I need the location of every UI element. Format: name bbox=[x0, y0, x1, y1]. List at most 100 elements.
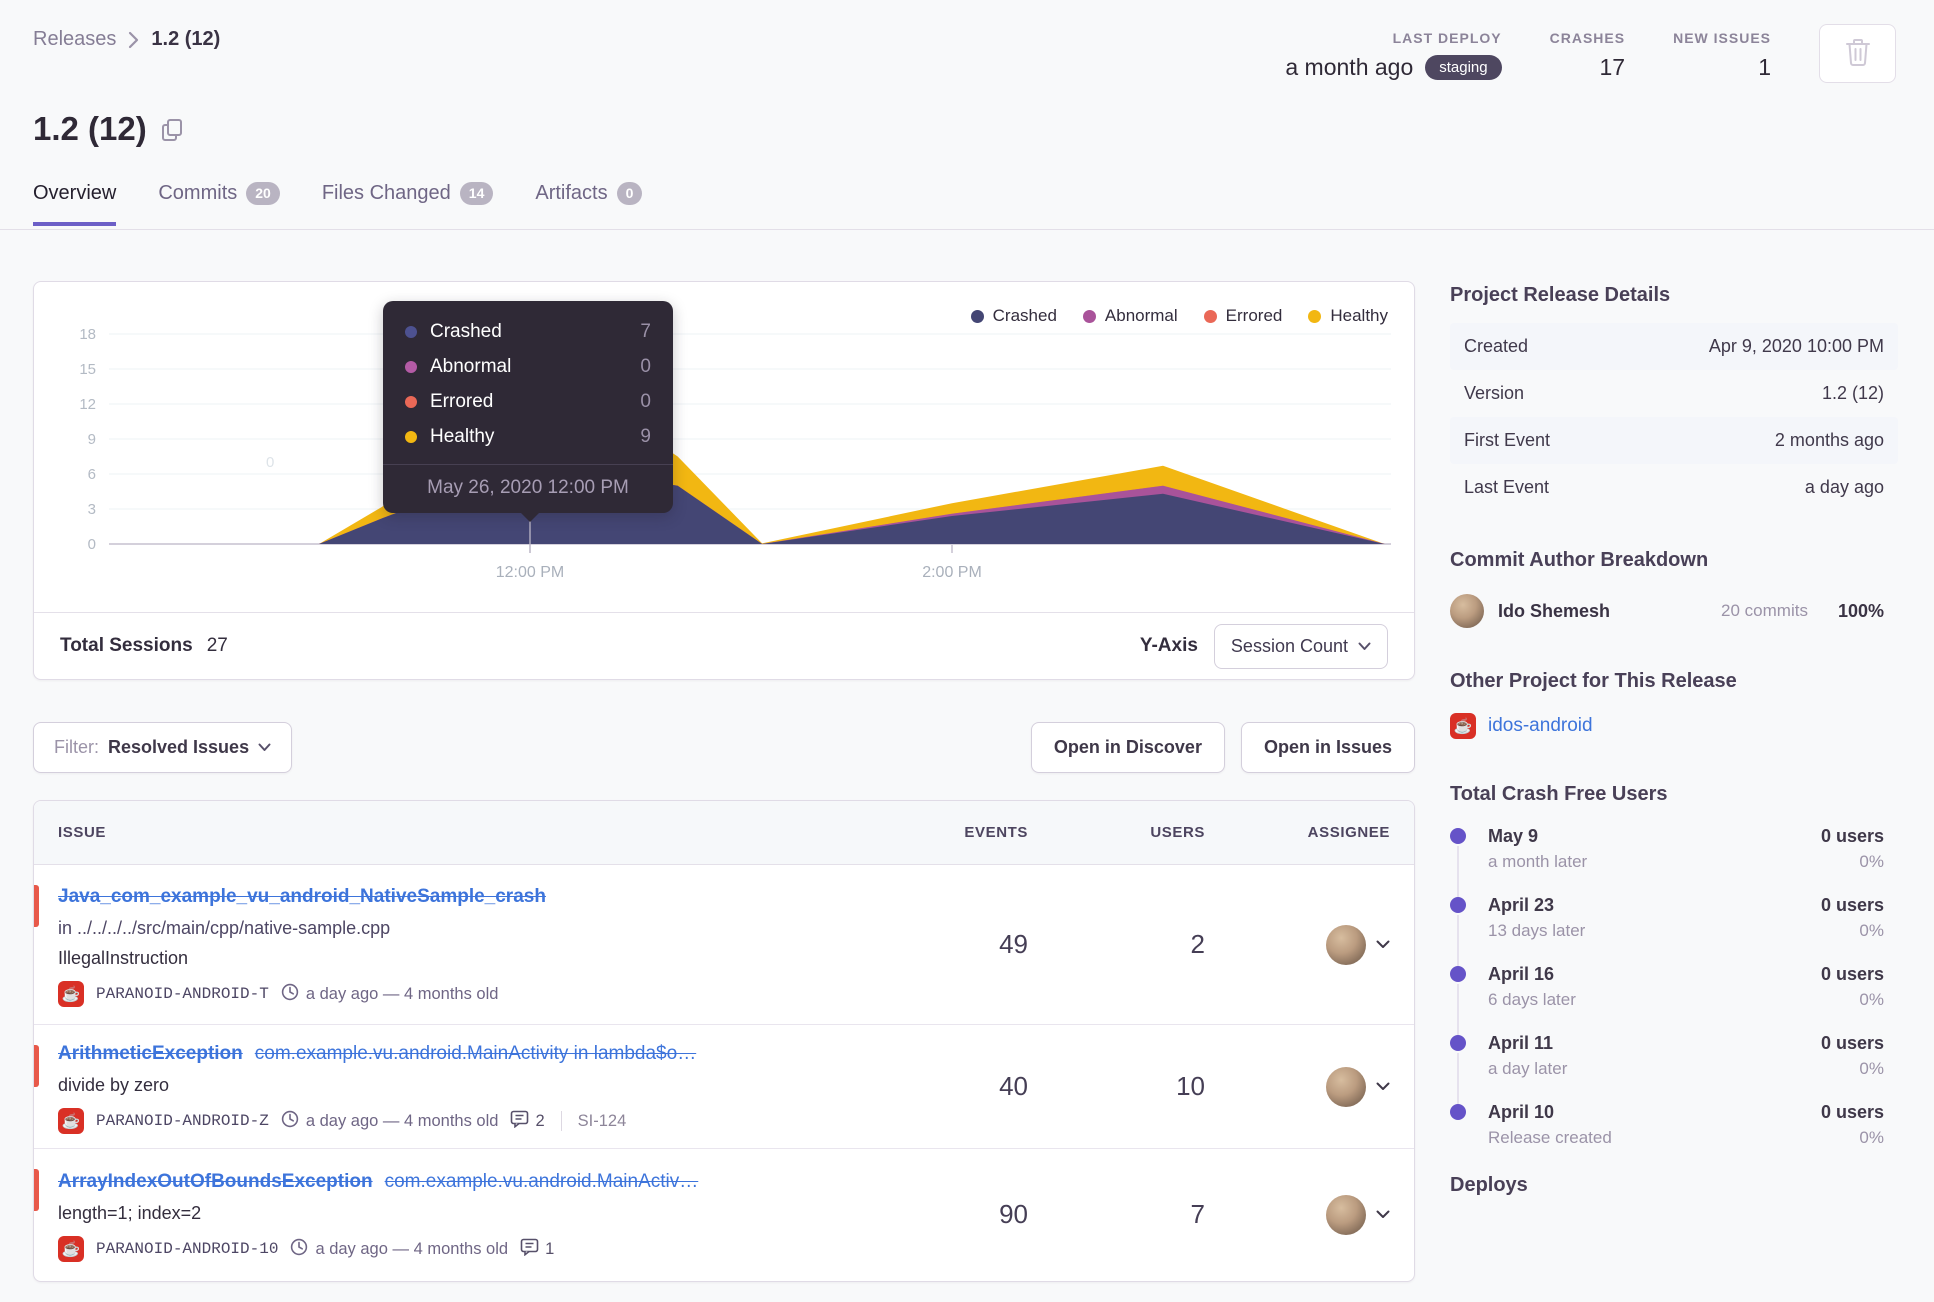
timeline-note: 6 days later bbox=[1488, 990, 1576, 1009]
stat-last-deploy-label: LAST DEPLOY bbox=[1392, 30, 1502, 46]
issue-meta: ☕ PARANOID-ANDROID-10 a day ago — 4 months… bbox=[58, 1236, 878, 1262]
issue-title-line: ArrayIndexOutOfBoundsException com.exampl… bbox=[58, 1167, 878, 1198]
tab-artifacts[interactable]: Artifacts 0 bbox=[535, 182, 643, 226]
tooltip-row-crashed: Crashed 7 bbox=[405, 321, 651, 343]
total-sessions-label: Total Sessions bbox=[60, 635, 193, 656]
timeline-date: April 16 bbox=[1488, 964, 1555, 984]
yaxis-select-value: Session Count bbox=[1230, 635, 1348, 656]
timeline-dot-icon bbox=[1450, 1035, 1466, 1051]
legend-dot-icon bbox=[970, 309, 984, 323]
delete-release-button[interactable] bbox=[1819, 24, 1896, 83]
comment-count: 2 bbox=[535, 1111, 545, 1130]
issue-row: ArithmeticException com.example.vu.androi… bbox=[34, 1025, 1414, 1149]
release-tabs: Overview Commits 20 Files Changed 14 Artifact… bbox=[33, 182, 643, 226]
page-title: 1.2 (12) bbox=[33, 108, 183, 150]
author-name: Ido Shemesh bbox=[1498, 600, 1611, 621]
java-project-icon: ☕ bbox=[58, 1236, 84, 1262]
chart-tooltip: Crashed 7 Abnormal 0 Errored 0 Healthy 9 May 26… bbox=[383, 301, 673, 522]
issue-title-link[interactable]: ArrayIndexOutOfBoundsException bbox=[58, 1171, 373, 1192]
timeline-connector bbox=[1457, 915, 1459, 967]
tab-commits[interactable]: Commits 20 bbox=[158, 182, 280, 226]
timeline-dot-icon bbox=[1450, 897, 1466, 913]
breadcrumb-releases-link[interactable]: Releases bbox=[33, 28, 116, 51]
detail-value: 1.2 (12) bbox=[1821, 383, 1884, 403]
stat-crashes: CRASHES 17 bbox=[1550, 24, 1625, 81]
unresolved-indicator-bar bbox=[34, 885, 39, 927]
crash-free-timeline: May 9 a month later 0 users 0% April 23 13 da… bbox=[1450, 826, 1898, 1148]
authors-heading: Commit Author Breakdown bbox=[1450, 549, 1709, 571]
timeline-entry-left: April 10 Release created bbox=[1488, 1102, 1612, 1148]
timeline-note: a month later bbox=[1488, 852, 1588, 871]
issue-users-count: 2 bbox=[1190, 929, 1205, 959]
timeline-entry: April 23 13 days later 0 users 0% bbox=[1450, 895, 1898, 967]
yaxis-select[interactable]: Session Count bbox=[1213, 623, 1388, 669]
tab-count-badge: 14 bbox=[459, 182, 494, 205]
timeline-entry-left: April 11 a day later bbox=[1488, 1033, 1567, 1079]
issue-summary: Java_com_example_vu_android_NativeSample… bbox=[58, 882, 908, 1007]
open-in-issues-button[interactable]: Open in Issues bbox=[1240, 722, 1415, 773]
timeline-entry-left: April 23 13 days later bbox=[1488, 895, 1585, 941]
detail-label: Created bbox=[1464, 336, 1529, 356]
chevron-down-icon bbox=[258, 743, 271, 752]
legend-item-errored[interactable]: Errored bbox=[1203, 306, 1282, 326]
issues-filter-dropdown[interactable]: Filter: Resolved Issues bbox=[33, 722, 293, 773]
detail-row-last-event: Last Event a day ago bbox=[1450, 464, 1898, 511]
avatar bbox=[1326, 1066, 1366, 1107]
timeline-entry-right: 0 users 0% bbox=[1821, 1102, 1884, 1148]
tab-overview[interactable]: Overview bbox=[33, 182, 117, 226]
issue-comments[interactable]: 1 bbox=[520, 1238, 554, 1261]
tooltip-series-label: Crashed bbox=[430, 321, 502, 342]
timeline-entry: April 11 a day later 0 users 0% bbox=[1450, 1033, 1898, 1105]
detail-row-version: Version 1.2 (12) bbox=[1450, 370, 1898, 417]
issue-age-text: a day ago — 4 months old bbox=[305, 984, 499, 1003]
issue-title-link[interactable]: Java_com_example_vu_android_NativeSample… bbox=[58, 886, 546, 907]
issue-assignee[interactable] bbox=[1205, 1066, 1390, 1107]
issue-comments[interactable]: 2 bbox=[510, 1110, 545, 1133]
timeline-users: 0 users bbox=[1820, 826, 1884, 846]
issue-title-link[interactable]: ArithmeticException bbox=[58, 1043, 243, 1064]
tooltip-series-label: Abnormal bbox=[430, 356, 512, 377]
project-release-details-section: Project Release Details Created Apr 9, 20… bbox=[1450, 284, 1898, 511]
legend-item-abnormal[interactable]: Abnormal bbox=[1082, 306, 1178, 326]
java-project-icon: ☕ bbox=[1450, 713, 1476, 739]
detail-row-created: Created Apr 9, 2020 10:00 PM bbox=[1450, 323, 1898, 370]
avatar bbox=[1326, 1194, 1366, 1235]
filter-label: Filter: bbox=[54, 737, 99, 757]
copy-icon[interactable] bbox=[161, 112, 183, 150]
timeline-dot-icon bbox=[1450, 828, 1466, 844]
environment-badge: staging bbox=[1425, 55, 1502, 80]
clock-icon bbox=[290, 1238, 308, 1261]
other-project-link[interactable]: idos-android bbox=[1488, 715, 1593, 737]
legend-item-crashed[interactable]: Crashed bbox=[970, 306, 1057, 326]
tooltip-series-dot-icon bbox=[405, 361, 417, 373]
chevron-down-icon bbox=[1358, 642, 1371, 651]
clock-icon bbox=[281, 1110, 299, 1133]
issue-assignee[interactable] bbox=[1205, 1194, 1390, 1235]
deploys-heading: Deploys bbox=[1450, 1174, 1528, 1196]
issue-assignee[interactable] bbox=[1205, 924, 1390, 965]
open-in-discover-button[interactable]: Open in Discover bbox=[1030, 722, 1225, 773]
detail-value: a day ago bbox=[1804, 477, 1884, 497]
project-slug: PARANOID-ANDROID-Z bbox=[96, 1112, 269, 1130]
timeline-entry-right: 0 users 0% bbox=[1821, 826, 1884, 872]
stat-new-issues-label: NEW ISSUES bbox=[1673, 30, 1771, 46]
release-header-stats: LAST DEPLOY a month ago staging CRASHES … bbox=[1285, 24, 1896, 83]
timeline-users: 0 users bbox=[1820, 1102, 1884, 1122]
crash-free-heading: Total Crash Free Users bbox=[1450, 783, 1668, 805]
avatar bbox=[1450, 594, 1484, 628]
sessions-chart[interactable]: 18 15 12 9 6 3 0 12:00 PM 2:00 PM Crashed Abnorma… bbox=[34, 282, 1414, 613]
issue-events-count: 49 bbox=[999, 929, 1028, 959]
tooltip-series-value: 7 bbox=[640, 321, 651, 342]
comment-icon bbox=[510, 1110, 529, 1133]
tab-count-badge: 0 bbox=[616, 182, 643, 205]
issue-subtitle: length=1; index=2 bbox=[58, 1203, 202, 1223]
timeline-note: Release created bbox=[1488, 1128, 1612, 1147]
issue-age: a day ago — 4 months old bbox=[281, 983, 499, 1006]
tab-files-changed[interactable]: Files Changed 14 bbox=[322, 182, 494, 226]
breadcrumb: Releases 1.2 (12) bbox=[33, 28, 220, 51]
svg-text:3: 3 bbox=[88, 501, 96, 518]
issue-events-count: 90 bbox=[999, 1199, 1028, 1229]
legend-item-healthy[interactable]: Healthy bbox=[1308, 306, 1388, 326]
issue-short-id: SI-124 bbox=[577, 1111, 627, 1130]
project-slug: PARANOID-ANDROID-10 bbox=[96, 1240, 279, 1258]
